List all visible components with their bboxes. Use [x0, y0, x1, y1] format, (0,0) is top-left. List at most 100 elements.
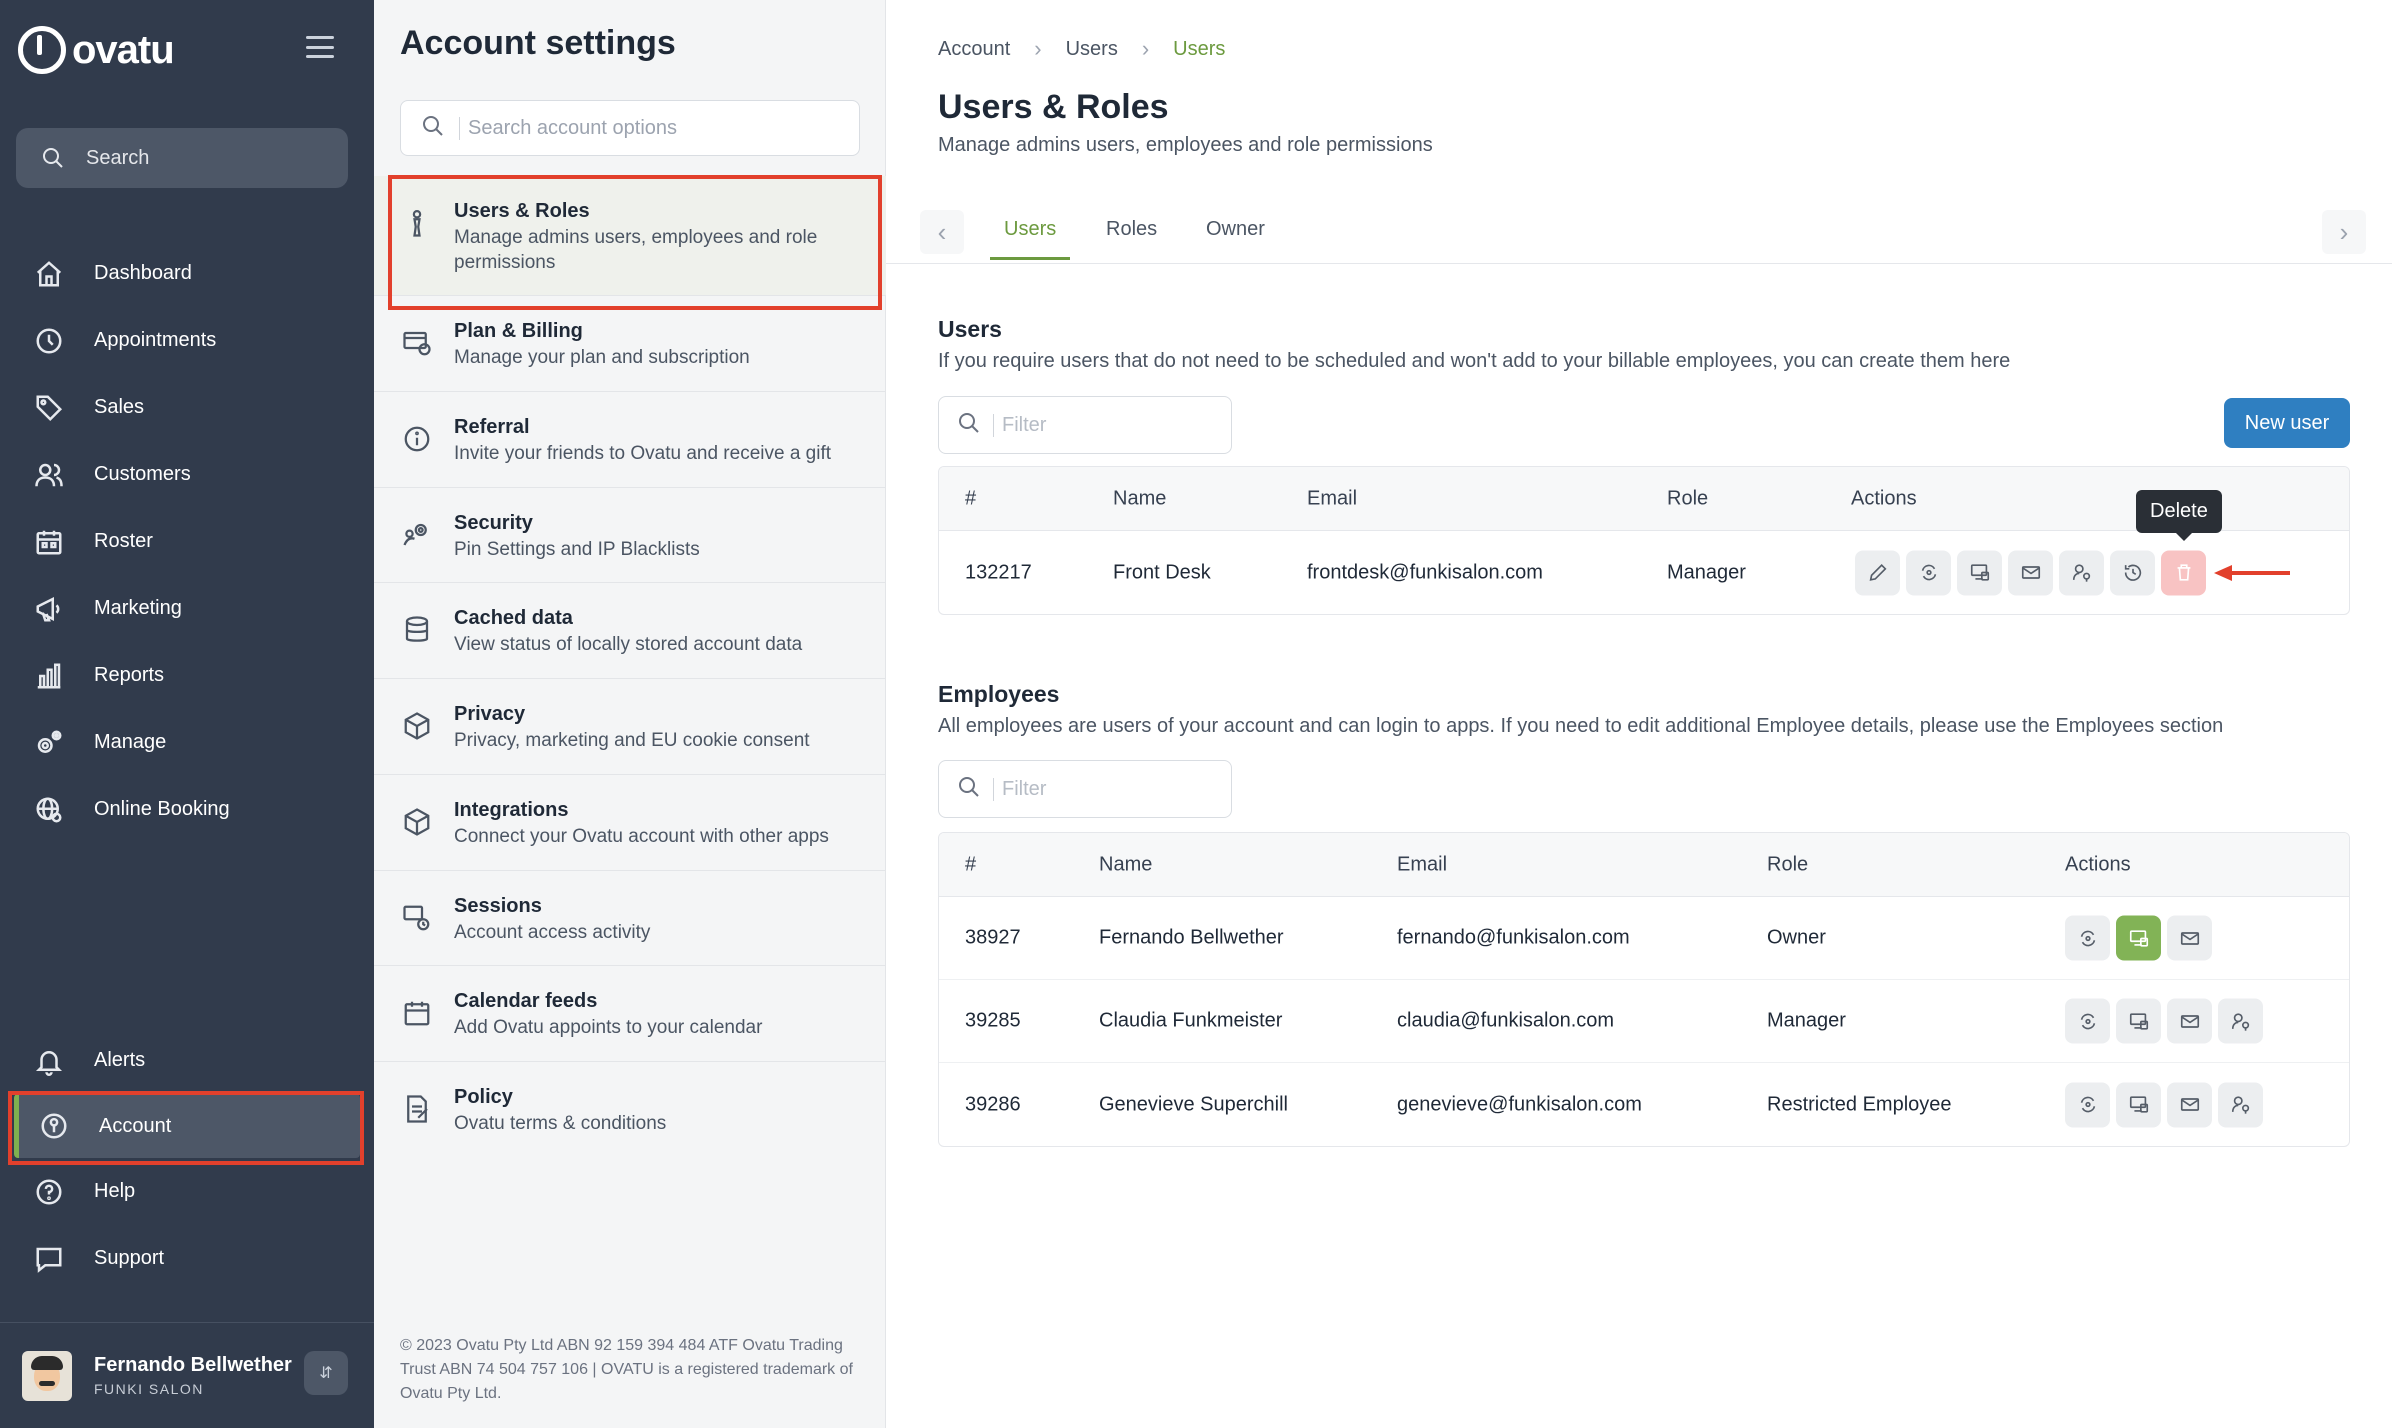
option-title: Policy — [454, 1085, 513, 1108]
email-icon[interactable] — [2167, 915, 2212, 961]
settings-search-input[interactable] — [459, 116, 839, 140]
settings-option-referral[interactable]: Referral Invite your friends to Ovatu an… — [374, 392, 886, 488]
sidebar-item-support[interactable]: Support — [0, 1225, 374, 1292]
breadcrumb-current: Users — [1173, 37, 1226, 60]
sidebar-item-roster[interactable]: Roster — [0, 508, 374, 575]
page-title: Users & Roles — [938, 88, 1169, 126]
sidebar-item-online-booking[interactable]: Online Booking — [0, 776, 374, 843]
settings-option-plan-billing[interactable]: Plan & Billing Manage your plan and subs… — [374, 296, 886, 393]
permissions-key-icon[interactable] — [2059, 550, 2104, 595]
settings-option-security[interactable]: Security Pin Settings and IP Blacklists — [374, 488, 886, 584]
sync-icon[interactable] — [2065, 998, 2110, 1044]
main-content: Account › Users › Users Users & Roles Ma… — [886, 0, 2392, 1428]
settings-option-calendar-feeds[interactable]: Calendar feeds Add Ovatu appoints to you… — [374, 966, 886, 1062]
cell-name: Genevieve Superchill — [1099, 1093, 1288, 1115]
sidebar-item-label: Reports — [94, 664, 165, 686]
tab-users[interactable]: Users — [990, 218, 1071, 260]
column-header-name: Name — [1099, 853, 1153, 875]
users-filter-input[interactable] — [993, 413, 1213, 437]
column-header-actions: Actions — [1851, 487, 1917, 509]
cell-id: 39285 — [965, 1009, 1021, 1032]
new-user-button[interactable]: New user — [2224, 398, 2350, 448]
option-title: Referral — [454, 416, 530, 439]
option-desc: Manage admins users, employees and role … — [454, 227, 818, 273]
breadcrumb-users[interactable]: Users — [1066, 38, 1118, 61]
option-desc: Ovatu terms & conditions — [454, 1112, 667, 1134]
settings-search[interactable] — [400, 100, 860, 156]
users-filter[interactable] — [938, 396, 1232, 454]
settings-option-policy[interactable]: Policy Ovatu terms & conditions — [374, 1062, 886, 1157]
option-desc: Privacy, marketing and EU cookie consent — [454, 730, 810, 752]
ovatu-logo[interactable]: ovatu — [18, 26, 175, 74]
settings-option-sessions[interactable]: Sessions Account access activity — [374, 871, 886, 967]
sidebar-item-label: Help — [94, 1180, 136, 1202]
cell-email: fernando@funkisalon.com — [1397, 926, 1630, 949]
device-access-icon[interactable] — [1957, 550, 2002, 595]
device-access-icon[interactable] — [2116, 998, 2161, 1044]
permissions-key-icon[interactable] — [2218, 1082, 2263, 1127]
delete-tooltip: Delete — [2136, 490, 2222, 541]
tabs-prev-chevron-left-icon[interactable]: ‹ — [920, 210, 964, 254]
copyright-footer: © 2023 Ovatu Pty Ltd ABN 92 159 394 484 … — [400, 1337, 853, 1402]
settings-title: Account settings — [400, 24, 676, 62]
clock-icon — [34, 326, 64, 356]
employees-filter-input[interactable] — [993, 777, 1213, 801]
permissions-key-icon[interactable] — [2218, 998, 2263, 1044]
history-icon[interactable] — [2110, 550, 2155, 595]
sidebar-item-help[interactable]: Help — [0, 1158, 374, 1225]
sidebar-item-marketing[interactable]: Marketing — [0, 575, 374, 642]
sidebar-item-label: Alerts — [94, 1049, 146, 1071]
logo-clock-icon — [18, 26, 66, 74]
cell-id: 39286 — [965, 1093, 1021, 1115]
device-access-icon[interactable] — [2116, 1082, 2161, 1127]
sidebar-search[interactable]: Search — [16, 128, 348, 188]
table-row: 39286 Genevieve Superchill genevieve@fun… — [939, 1063, 2349, 1146]
cell-role: Manager — [1667, 561, 1746, 583]
delete-trash-icon[interactable] — [2161, 550, 2206, 595]
sidebar-item-sales[interactable]: Sales — [0, 374, 374, 441]
avatar — [22, 1350, 72, 1401]
sidebar-item-label: Customers — [94, 463, 191, 485]
tab-roles[interactable]: Roles — [1106, 218, 1157, 257]
hamburger-menu-icon[interactable] — [306, 36, 334, 58]
account-icon — [39, 1111, 69, 1141]
settings-option-privacy[interactable]: Privacy Privacy, marketing and EU cookie… — [374, 679, 886, 775]
sidebar-item-reports[interactable]: Reports — [0, 642, 374, 709]
option-title: Integrations — [454, 798, 569, 821]
sidebar-item-customers[interactable]: Customers — [0, 441, 374, 508]
sync-icon[interactable] — [2065, 1082, 2110, 1127]
gears-icon — [34, 728, 64, 758]
employees-table: # Name Email Role Actions 38927 Fernando… — [938, 832, 2350, 1147]
chat-icon — [34, 1244, 64, 1274]
employees-section-title: Employees — [938, 681, 1060, 707]
chevron-up-down-icon[interactable]: ⇵ — [304, 1351, 348, 1395]
sidebar-item-manage[interactable]: Manage — [0, 709, 374, 776]
calendar-icon — [34, 527, 64, 557]
settings-option-cached-data[interactable]: Cached data View status of locally store… — [374, 583, 886, 680]
search-icon — [421, 114, 445, 143]
users-section-title: Users — [938, 316, 1002, 342]
employees-filter[interactable] — [938, 760, 1232, 818]
email-icon[interactable] — [2167, 998, 2212, 1044]
settings-option-integrations[interactable]: Integrations Connect your Ovatu account … — [374, 775, 886, 871]
employees-section-desc: All employees are users of your account … — [938, 715, 2224, 737]
sidebar-item-account[interactable]: Account — [14, 1094, 360, 1158]
email-icon[interactable] — [2008, 550, 2053, 595]
sidebar-item-label: Account — [99, 1114, 172, 1137]
sidebar-item-alerts[interactable]: Alerts — [0, 1027, 374, 1094]
tabs-next-chevron-right-icon[interactable]: › — [2322, 210, 2366, 254]
sidebar-bottom-nav: Alerts Account Help Support — [0, 1027, 374, 1292]
settings-options: Users & Roles Manage admins users, emplo… — [374, 176, 886, 1157]
sidebar-item-dashboard[interactable]: Dashboard — [0, 240, 374, 307]
device-access-icon[interactable] — [2116, 915, 2161, 961]
settings-option-users-roles[interactable]: Users & Roles Manage admins users, emplo… — [374, 176, 886, 297]
sync-icon[interactable] — [2065, 915, 2110, 961]
tab-owner[interactable]: Owner — [1206, 218, 1265, 257]
edit-pencil-icon[interactable] — [1855, 550, 1900, 595]
security-gear-icon — [402, 520, 432, 550]
sidebar-item-appointments[interactable]: Appointments — [0, 307, 374, 374]
user-profile[interactable]: Fernando Bellwether FUNKI SALON ⇵ — [0, 1322, 374, 1428]
email-icon[interactable] — [2167, 1082, 2212, 1127]
sync-icon[interactable] — [1906, 550, 1951, 595]
breadcrumb-account[interactable]: Account — [938, 38, 1010, 61]
